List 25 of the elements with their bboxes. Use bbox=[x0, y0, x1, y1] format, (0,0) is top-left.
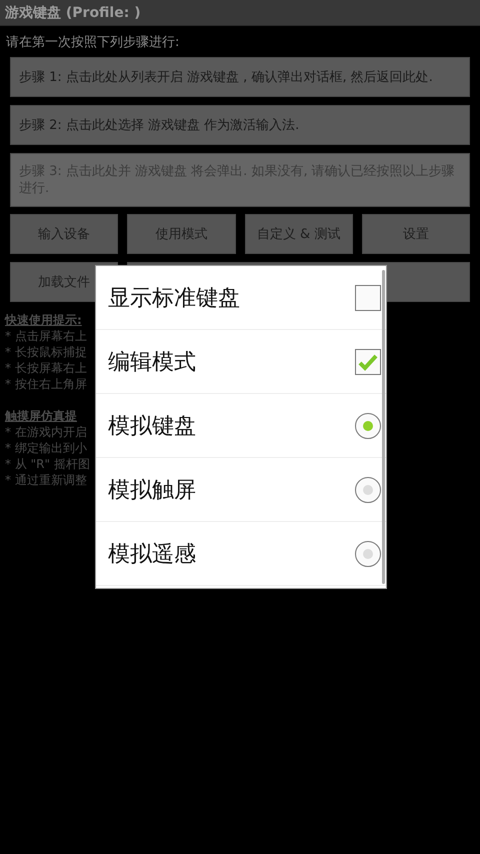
hint-line: * 从 "R" 摇杆图 bbox=[5, 456, 91, 472]
menu-button[interactable]: 输入设备 bbox=[10, 214, 118, 254]
scrollbar[interactable] bbox=[382, 270, 385, 584]
hint-heading: 触摸屏仿真提 bbox=[5, 408, 78, 424]
hint-line: * 点击屏幕右上 bbox=[5, 328, 88, 344]
radio-button[interactable] bbox=[355, 412, 381, 438]
menu-item-label: 编辑模式 bbox=[108, 348, 196, 376]
hint-line: * 按住右上角屏 bbox=[5, 376, 88, 392]
step-button[interactable]: 步骤 2: 点击此处选择 游戏键盘 作为激活输入法. bbox=[10, 105, 470, 145]
hint-line: * 长按屏幕右上 bbox=[5, 360, 88, 376]
hint-line: * 通过重新调整 bbox=[5, 472, 88, 488]
instruction-text: 请在第一次按照下列步骤进行: bbox=[5, 34, 180, 52]
radio-button[interactable] bbox=[355, 540, 381, 566]
checkbox[interactable] bbox=[355, 348, 381, 374]
radio-button[interactable] bbox=[355, 476, 381, 502]
menu-item-label: 模拟键盘 bbox=[108, 412, 196, 440]
hint-line: * 长按鼠标捕捉 bbox=[5, 344, 88, 360]
window-title: 游戏键盘 (Profile: ) bbox=[5, 4, 141, 22]
hint-line: * 绑定输出到小 bbox=[5, 440, 88, 456]
hint-heading: 快速使用提示: bbox=[5, 312, 83, 328]
menu-item-label: 模拟遥感 bbox=[108, 540, 196, 568]
menu-item-label: 模拟触屏 bbox=[108, 476, 196, 504]
step-button[interactable]: 步骤 1: 点击此处从列表开启 游戏键盘 , 确认弹出对话框, 然后返回此处. bbox=[10, 57, 470, 97]
hint-line: * 在游戏内开启 bbox=[5, 424, 88, 440]
checkbox[interactable] bbox=[355, 284, 381, 310]
